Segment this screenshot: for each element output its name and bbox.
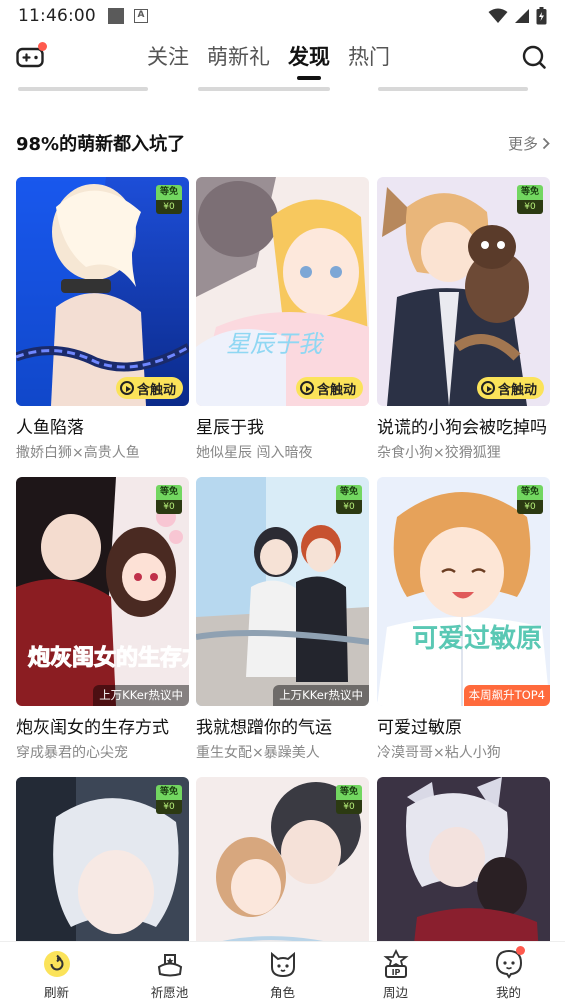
nav-wish-pool[interactable]: 祈愿池 xyxy=(113,942,226,1004)
tab-follow[interactable]: 关注 xyxy=(138,40,198,74)
wish-pool-icon xyxy=(157,954,182,977)
tab-discover[interactable]: 发现 xyxy=(279,40,339,80)
play-icon xyxy=(480,381,495,395)
nav-character[interactable]: 角色 xyxy=(226,942,339,1004)
wait-free-badge: 等免 ¥0 xyxy=(156,185,182,214)
nav-profile[interactable]: 我的 xyxy=(452,942,565,1004)
top-navigation: 关注 萌新礼 发现 热门 xyxy=(0,34,565,82)
comic-title[interactable]: 可爱过敏原 xyxy=(377,713,550,738)
cover-title-text: 可爱过敏原 xyxy=(412,624,542,654)
nav-label: 祈愿池 xyxy=(150,985,189,1000)
status-time: 11:46:00 xyxy=(18,6,96,26)
comic-title[interactable]: 我就想蹭你的气运 xyxy=(196,713,369,738)
comic-cover[interactable]: 星辰于我 含触动 xyxy=(196,177,369,406)
wait-free-badge: 等免 ¥0 xyxy=(156,785,182,814)
nav-label: 角色 xyxy=(269,985,295,1000)
section-header: 98%的萌新都入坑了 更多 xyxy=(16,128,550,158)
comic-card[interactable]: 可爱过敏原 等免 ¥0 本周飙升TOP4 可爱过敏原 冷漠哥哥×粘人小狗 xyxy=(377,477,550,762)
comic-subtitle: 穿成暴君的心尖宠 xyxy=(16,745,128,761)
wait-free-badge: 等免 ¥0 xyxy=(336,485,362,514)
wait-free-badge: 等免 ¥0 xyxy=(517,185,543,214)
wifi-icon xyxy=(488,8,508,23)
refresh-icon xyxy=(43,951,70,977)
play-icon xyxy=(299,381,314,395)
interactive-pill: 含触动 xyxy=(476,377,544,399)
comic-subtitle: 她似星辰 闯入暗夜 xyxy=(196,445,313,461)
comic-card[interactable]: 等免 ¥0 含触动 人鱼陷落 撒娇白狮×高贵人鱼 xyxy=(16,177,189,462)
character-icon xyxy=(270,951,295,978)
more-button[interactable]: 更多 xyxy=(508,133,550,154)
signal-icon xyxy=(515,9,529,23)
comic-card[interactable]: 等免 ¥0 上万KKer热议中 我就想蹭你的气运 重生女配×暴躁美人 xyxy=(196,477,369,762)
cover-art-starlight: 星辰于我 xyxy=(196,177,369,406)
hot-discussion-tag: 上万KKer热议中 xyxy=(273,685,369,706)
comic-title[interactable]: 炮灰闺女的生存方式 xyxy=(16,713,189,738)
notification-a-icon: A xyxy=(133,9,148,23)
comic-title[interactable]: 人鱼陷落 xyxy=(16,413,189,438)
cover-title-text: 星辰于我 xyxy=(226,330,324,358)
nav-merch[interactable]: IP 周边 xyxy=(339,942,452,1004)
rank-tag: 本周飙升TOP4 xyxy=(463,685,550,706)
wait-free-badge: 等免 ¥0 xyxy=(517,485,543,514)
comic-cover[interactable]: 可爱过敏原 等免 ¥0 本周飙升TOP4 xyxy=(377,477,550,706)
svg-text:IP: IP xyxy=(391,968,400,977)
wait-free-badge: 等免 ¥0 xyxy=(156,485,182,514)
scrolled-content-edge xyxy=(0,82,565,92)
comic-card[interactable]: 星辰于我 含触动 星辰于我 她似星辰 闯入暗夜 xyxy=(196,177,369,462)
nav-refresh[interactable]: 刷新 xyxy=(0,942,113,1004)
notification-square-icon xyxy=(107,8,124,24)
nav-label: 刷新 xyxy=(43,985,69,1000)
comic-title[interactable]: 星辰于我 xyxy=(196,413,369,438)
merch-icon: IP xyxy=(382,948,409,978)
game-notification-dot xyxy=(38,42,47,51)
tab-bar: 关注 萌新礼 发现 热门 xyxy=(138,40,399,80)
interactive-pill: 含触动 xyxy=(115,377,183,399)
more-label: 更多 xyxy=(507,134,538,153)
tab-newbie-gift[interactable]: 萌新礼 xyxy=(198,40,279,74)
comic-subtitle: 撒娇白狮×高贵人鱼 xyxy=(16,445,140,461)
comic-card[interactable]: 炮灰闺女的生存方式 等免¥0 上万KKer热议中 炮灰闺女的生存方式 穿成暴君的… xyxy=(16,477,189,762)
status-bar: 11:46:00 A xyxy=(0,0,565,32)
comic-cover[interactable]: 等免 ¥0 含触动 xyxy=(16,177,189,406)
nav-label: 我的 xyxy=(495,985,521,1000)
bottom-navigation: 刷新 祈愿池 角色 IP 周边 我的 xyxy=(0,941,565,1004)
comic-subtitle: 冷漠哥哥×粘人小狗 xyxy=(377,745,501,761)
nav-label: 周边 xyxy=(382,985,408,1000)
battery-icon xyxy=(536,7,547,25)
comic-title[interactable]: 说谎的小狗会被吃掉吗 xyxy=(377,413,550,438)
profile-notification-dot xyxy=(516,946,525,955)
comic-subtitle: 重生女配×暴躁美人 xyxy=(196,745,320,761)
play-icon xyxy=(119,381,134,395)
section-title: 98%的萌新都入坑了 xyxy=(16,134,186,155)
chevron-right-icon xyxy=(542,137,550,149)
cover-title-text: 炮灰闺女的生存方式 xyxy=(28,645,189,671)
tab-hot[interactable]: 热门 xyxy=(339,40,399,74)
comic-cover[interactable]: 等免 ¥0 含触动 xyxy=(377,177,550,406)
interactive-pill: 含触动 xyxy=(295,377,363,399)
comic-cover[interactable]: 炮灰闺女的生存方式 等免¥0 上万KKer热议中 xyxy=(16,477,189,706)
comic-card[interactable]: 等免 ¥0 含触动 说谎的小狗会被吃掉吗 杂食小狗×狡猾狐狸 xyxy=(377,177,550,462)
comic-cover[interactable]: 等免 ¥0 上万KKer热议中 xyxy=(196,477,369,706)
comic-subtitle: 杂食小狗×狡猾狐狸 xyxy=(377,445,501,461)
wait-free-badge: 等免 ¥0 xyxy=(336,785,362,814)
search-icon[interactable] xyxy=(521,44,547,70)
hot-discussion-tag: 上万KKer热议中 xyxy=(93,685,189,706)
